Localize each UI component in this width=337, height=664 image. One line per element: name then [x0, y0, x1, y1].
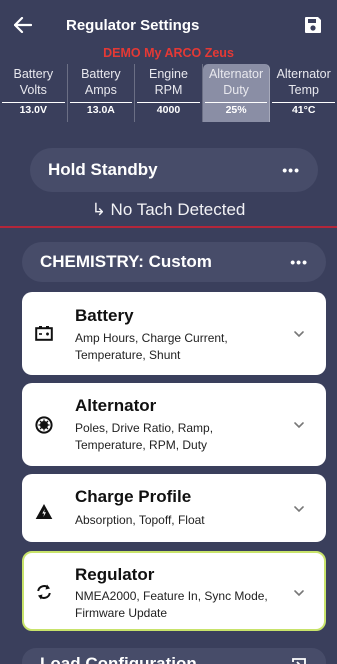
metric-alternator-temp[interactable]: Alternator Temp 41°C [270, 64, 337, 122]
chevron-down-icon[interactable] [292, 418, 306, 432]
arrow-left-icon [14, 17, 32, 33]
card-regulator[interactable]: Regulator NMEA2000, Feature In, Sync Mod… [22, 551, 326, 631]
mode-label: Hold Standby [48, 160, 158, 179]
card-charge-profile[interactable]: Charge Profile Absorption, Topoff, Float [22, 474, 326, 542]
metric-label: Alternator Temp [276, 67, 331, 97]
card-description: NMEA2000, Feature In, Sync Mode, Firmwar… [75, 589, 268, 620]
more-options-icon[interactable]: ••• [282, 162, 300, 178]
divider [0, 226, 337, 228]
metric-label: Battery Amps [81, 67, 121, 97]
chevron-down-icon[interactable] [292, 502, 306, 516]
tach-status: ↳ No Tach Detected [91, 200, 246, 219]
chemistry-pill[interactable]: CHEMISTRY: Custom ••• [22, 242, 326, 282]
battery-icon [34, 323, 54, 343]
metric-alternator-duty[interactable]: Alternator Duty 25% [202, 64, 271, 122]
load-configuration-label: Load Configuration [40, 654, 197, 664]
back-button[interactable] [14, 10, 44, 40]
load-configuration-pill[interactable]: Load Configuration [22, 648, 326, 664]
page-title: Regulator Settings [66, 16, 200, 34]
top-bar: Regulator Settings [0, 0, 337, 50]
metric-battery-amps[interactable]: Battery Amps 13.0A [68, 64, 136, 122]
more-options-icon[interactable]: ••• [290, 254, 308, 270]
card-alternator[interactable]: Alternator Poles, Drive Ratio, Ramp, Tem… [22, 383, 326, 466]
metrics-strip: Battery Volts 13.0V Battery Amps 13.0A Eng… [0, 64, 337, 122]
save-button[interactable] [301, 13, 325, 37]
mode-pill[interactable]: Hold Standby ••• [30, 148, 318, 192]
chevron-down-icon[interactable] [292, 586, 306, 600]
metric-label: Battery Volts [13, 67, 54, 97]
card-title: Alternator [75, 396, 157, 415]
card-battery[interactable]: Battery Amp Hours, Charge Current, Tempe… [22, 292, 326, 375]
sync-icon [34, 582, 54, 602]
card-title: Regulator [75, 565, 155, 584]
metric-value: 4000 [137, 102, 200, 116]
alternator-icon [34, 415, 54, 435]
card-title: Charge Profile [75, 487, 192, 506]
metric-value: 13.0A [69, 102, 133, 116]
card-description: Poles, Drive Ratio, Ramp, Temperature, R… [75, 421, 214, 452]
chemistry-label: CHEMISTRY: Custom [40, 252, 212, 271]
metric-value: 25% [204, 102, 268, 116]
metric-engine-rpm[interactable]: Engine RPM 4000 [135, 64, 203, 122]
metric-value: 13.0V [2, 102, 65, 116]
card-description: Absorption, Topoff, Float [75, 513, 205, 527]
floppy-disk-icon [305, 17, 321, 33]
card-description: Amp Hours, Charge Current, Temperature, … [75, 331, 228, 362]
import-icon[interactable] [290, 656, 308, 664]
metric-label: Engine RPM [149, 67, 188, 97]
metric-label: Alternator Duty [208, 67, 264, 97]
warning-bolt-icon [34, 501, 54, 521]
metric-battery-volts[interactable]: Battery Volts 13.0V [0, 64, 68, 122]
metric-value: 41°C [272, 102, 335, 116]
chevron-down-icon[interactable] [292, 327, 306, 341]
card-title: Battery [75, 306, 134, 325]
